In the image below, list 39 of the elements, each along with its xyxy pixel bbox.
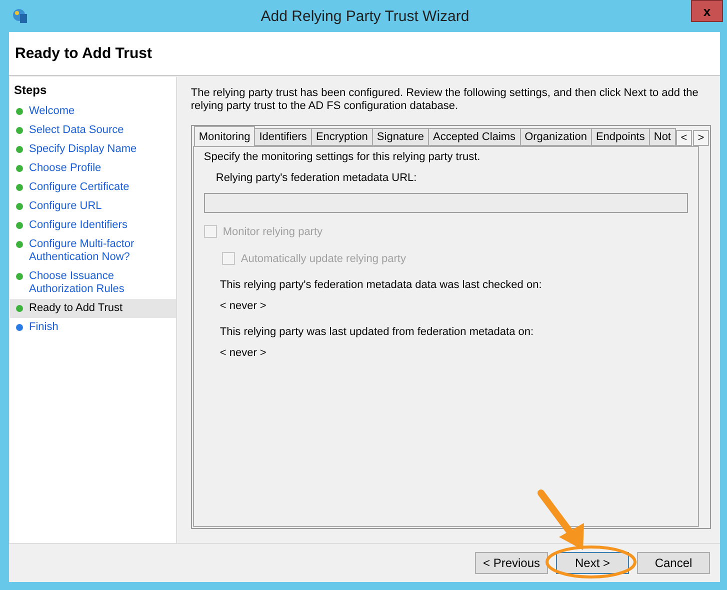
wizard-button[interactable]: Next > (556, 552, 629, 574)
step-item[interactable]: Welcome (10, 102, 176, 121)
wizard-button[interactable]: < Previous (475, 552, 548, 574)
tab-scroll-button[interactable]: < (676, 130, 692, 146)
tab-scroll-button[interactable]: > (693, 130, 709, 146)
tab[interactable]: Monitoring (194, 126, 256, 146)
wizard-button[interactable]: Cancel (637, 552, 710, 574)
page-title: Ready to Add Trust (15, 45, 152, 62)
checkbox-label: Monitor relying party (222, 226, 323, 238)
step-item[interactable]: Configure URL (10, 197, 176, 216)
tab[interactable]: Accepted Claims (428, 128, 521, 146)
info-label: This relying party was last updated from federation metadata on: (220, 326, 535, 338)
info-label: This relying party's federation metadata data was last checked on: (220, 279, 543, 291)
description-text: Specify the monitoring settings for this relying party trust. (204, 151, 482, 163)
step-item[interactable]: Configure Identifiers (10, 216, 176, 235)
tab[interactable]: Endpoints (590, 128, 650, 146)
step-item[interactable]: Configure Multi-factor Authentication Now? (10, 235, 176, 267)
checkbox-label: Automatically update relying party (240, 252, 406, 264)
tab[interactable]: Signature (372, 128, 430, 146)
url-label: Relying party's federation metadata URL: (216, 172, 418, 184)
window-title: Add Relying Party Trust Wizard (260, 8, 470, 24)
step-item[interactable]: Ready to Add Trust (10, 299, 176, 318)
tab[interactable]: Organization (520, 128, 592, 146)
tab[interactable]: Encryption (310, 128, 373, 146)
step-item[interactable]: Choose Issuance Authorization Rules (10, 267, 176, 299)
step-item[interactable]: Finish (10, 318, 176, 337)
close-button[interactable]: x (691, 0, 723, 22)
tab[interactable]: Not (648, 128, 676, 146)
annotation-arrow (538, 490, 584, 550)
step-item[interactable]: Specify Display Name (10, 140, 176, 159)
info-value: < never > (220, 300, 268, 312)
step-item[interactable]: Configure Certificate (10, 178, 176, 197)
step-item[interactable]: Choose Profile (10, 159, 176, 178)
app-icon (12, 8, 28, 24)
intro-text: The relying party trust has been configured. Review the following settings, and then click Next to add the relying party trust to the AD FS configuration database. (190, 87, 700, 113)
tab[interactable]: Identifiers (254, 128, 312, 146)
step-item[interactable]: Select Data Source (10, 121, 176, 140)
steps-heading: Steps (13, 82, 48, 99)
info-value: < never > (220, 347, 268, 359)
